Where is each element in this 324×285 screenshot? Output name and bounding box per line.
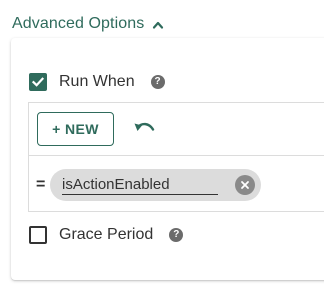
grace-period-checkbox[interactable] — [29, 226, 47, 244]
undo-icon[interactable] — [133, 118, 157, 140]
run-when-help-icon[interactable]: ? — [150, 75, 165, 89]
expression-row: = isActionEnabled — [29, 156, 324, 212]
chevron-up-icon[interactable] — [152, 18, 164, 30]
advanced-options-section: Advanced Options Run When ? + NEW = isAc… — [0, 0, 324, 285]
expression-chip-label: isActionEnabled — [62, 176, 218, 195]
checkmark-icon — [31, 77, 45, 87]
advanced-options-title: Advanced Options — [12, 15, 145, 32]
grace-period-row: Grace Period ? — [29, 225, 184, 245]
expression-chip[interactable]: isActionEnabled — [50, 169, 261, 201]
advanced-options-toggle[interactable]: Advanced Options — [12, 12, 164, 36]
run-when-checkbox[interactable] — [29, 73, 47, 91]
run-when-row: Run When ? — [29, 72, 165, 92]
close-circle-icon[interactable] — [235, 175, 255, 195]
new-condition-button[interactable]: + NEW — [37, 112, 114, 146]
operator-equals: = — [36, 176, 46, 193]
condition-builder: + NEW = isActionEnabled — [28, 102, 324, 212]
advanced-options-panel: Run When ? + NEW = isActionEnabled Grace… — [11, 38, 324, 280]
run-when-label: Run When — [59, 73, 135, 90]
grace-period-help-icon[interactable]: ? — [169, 228, 184, 242]
condition-toolbar: + NEW — [29, 103, 324, 156]
grace-period-label: Grace Period — [59, 226, 154, 243]
